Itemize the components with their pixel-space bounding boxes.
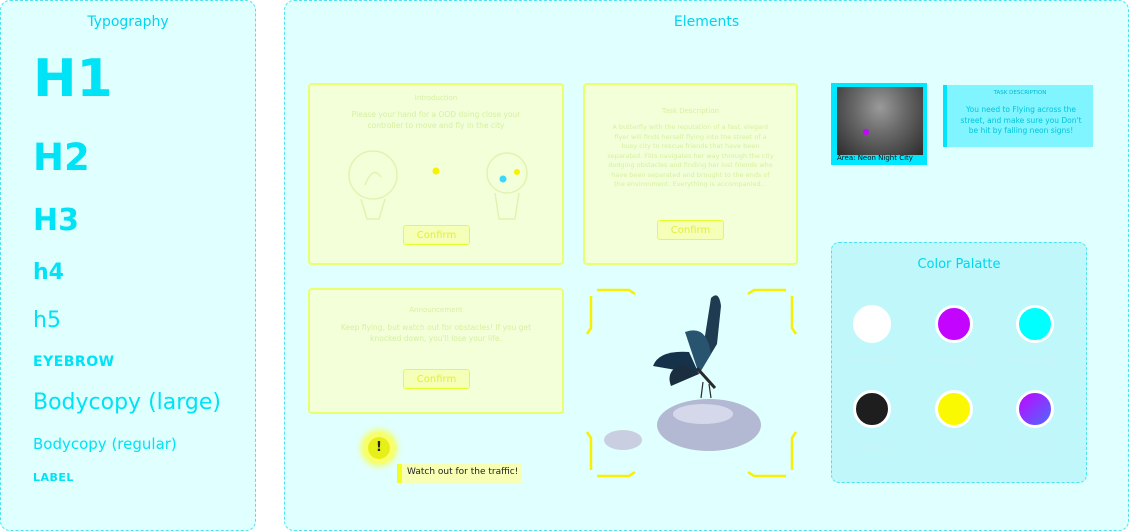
minimap: Area: Neon Night City [831,83,927,165]
exclamation-icon: ! [368,437,390,459]
elements-title: Elements [673,14,740,30]
card-body: Keep flying, but watch out for obstacles… [340,323,532,343]
sample-h3: H3 [33,203,79,238]
minimap-view [837,87,923,155]
card-heading: Announcement [409,306,463,314]
confirm-button[interactable]: Confirm [657,220,724,240]
card-body: Please your hand for a OOD doing close y… [351,110,521,130]
card-heading: Task Description [661,107,720,115]
swatch-white [853,305,891,343]
alert-icon[interactable]: ! [363,432,395,464]
task-description-card: Task Description A butterfly with the re… [583,83,798,265]
swatch-label: #C305FF [928,356,980,369]
confirm-button[interactable]: Confirm [403,369,470,389]
player-marker-icon [863,129,869,135]
swatch-black [853,390,891,428]
elements-panel: Elements Introduction Please your hand f… [284,0,1129,531]
sample-eyebrow: EYEBROW [33,354,115,370]
sample-label: LABEL [33,471,74,484]
controller-illustration [348,150,528,220]
announcement-card: Announcement Keep flying, but watch out … [308,288,564,414]
butterfly-icon [653,295,721,399]
typography-panel: Typography H1 H2 H3 h4 h5 EYEBROW Bodyco… [0,0,256,531]
toast-text: Watch out for the traffic! [407,467,519,477]
card-heading: Introduction [414,94,458,102]
sample-h4: h4 [33,260,64,285]
task-box: TASK DESCRIPTION You need to Flying acro… [943,85,1093,147]
sample-h5: h5 [33,308,61,333]
palette-title: Color Palatte [917,257,1001,272]
swatch-label: #FFFFFF [848,356,896,369]
sample-h1: H1 [33,49,113,109]
typography-title: Typography [87,14,169,30]
swatch-gradient [1016,390,1054,428]
swatch-label: #00FFFF [1010,356,1060,369]
swatch-purple [935,305,973,343]
swatch-label: Gradient [1011,441,1059,454]
intro-dialog-card: Introduction Please your hand for a OOD … [308,83,564,265]
swatch-cyan [1016,305,1054,343]
small-stone [604,430,642,450]
butterfly-scene [585,288,798,478]
swatch-yellow [935,390,973,428]
swatch-label: #FBF901 [928,441,980,454]
sample-body-regular: Bodycopy (regular) [33,435,177,453]
sample-body-large: Bodycopy (large) [33,390,221,415]
task-box-heading: TASK DESCRIPTION [993,90,1047,96]
confirm-button[interactable]: Confirm [403,225,470,245]
toast-notification: Watch out for the traffic! [397,464,521,483]
task-box-body: You need to Flying across the street, an… [960,105,1082,135]
sample-h2: H2 [33,136,90,179]
card-body: A butterfly with the reputation of a fas… [607,123,774,188]
area-label: Area: Neon Night City [837,154,913,162]
swatch-label: #1E1E1E [846,441,898,454]
color-palette: Color Palatte #FFFFFF #C305FF #00FFFF #1… [831,242,1087,483]
